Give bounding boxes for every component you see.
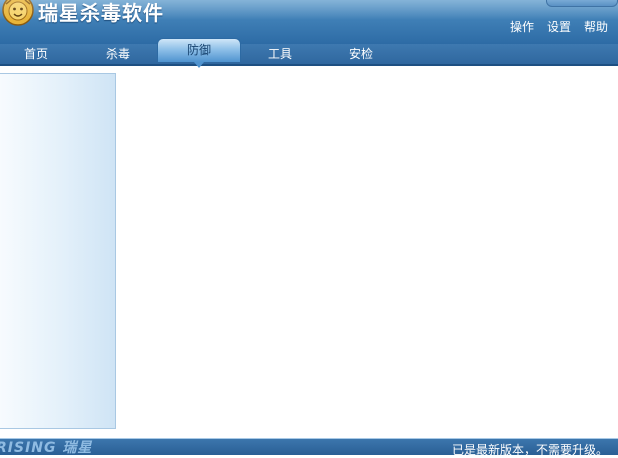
tab-home[interactable]: 首页 [6, 44, 66, 64]
tab-defense[interactable]: 防御 [157, 38, 241, 68]
tab-scan[interactable]: 杀毒 [88, 44, 148, 64]
menu-settings[interactable]: 设置 [547, 19, 571, 35]
tab-tools[interactable]: 工具 [250, 44, 310, 64]
lion-shield-icon [2, 0, 34, 26]
tab-bar: 首页 杀毒 防御 工具 安检 [0, 38, 618, 68]
title-bar: 瑞星杀毒软件 操作 设置 帮助 [0, 0, 618, 44]
app-title: 瑞星杀毒软件 [38, 1, 164, 25]
main-content [118, 68, 618, 438]
menu-operation[interactable]: 操作 [510, 19, 534, 35]
update-status: 已是最新版本，不需要升级。 [451, 443, 608, 457]
tab-security-check[interactable]: 安检 [331, 44, 391, 64]
top-menu: 操作 设置 帮助 [510, 19, 608, 35]
sidebar-panel [0, 73, 116, 429]
menu-help[interactable]: 帮助 [584, 19, 608, 35]
window-controls[interactable] [546, 0, 618, 7]
brand-logo: RISING 瑞星 [0, 440, 93, 456]
status-bar: RISING 瑞星 已是最新版本，不需要升级。 [0, 438, 618, 457]
